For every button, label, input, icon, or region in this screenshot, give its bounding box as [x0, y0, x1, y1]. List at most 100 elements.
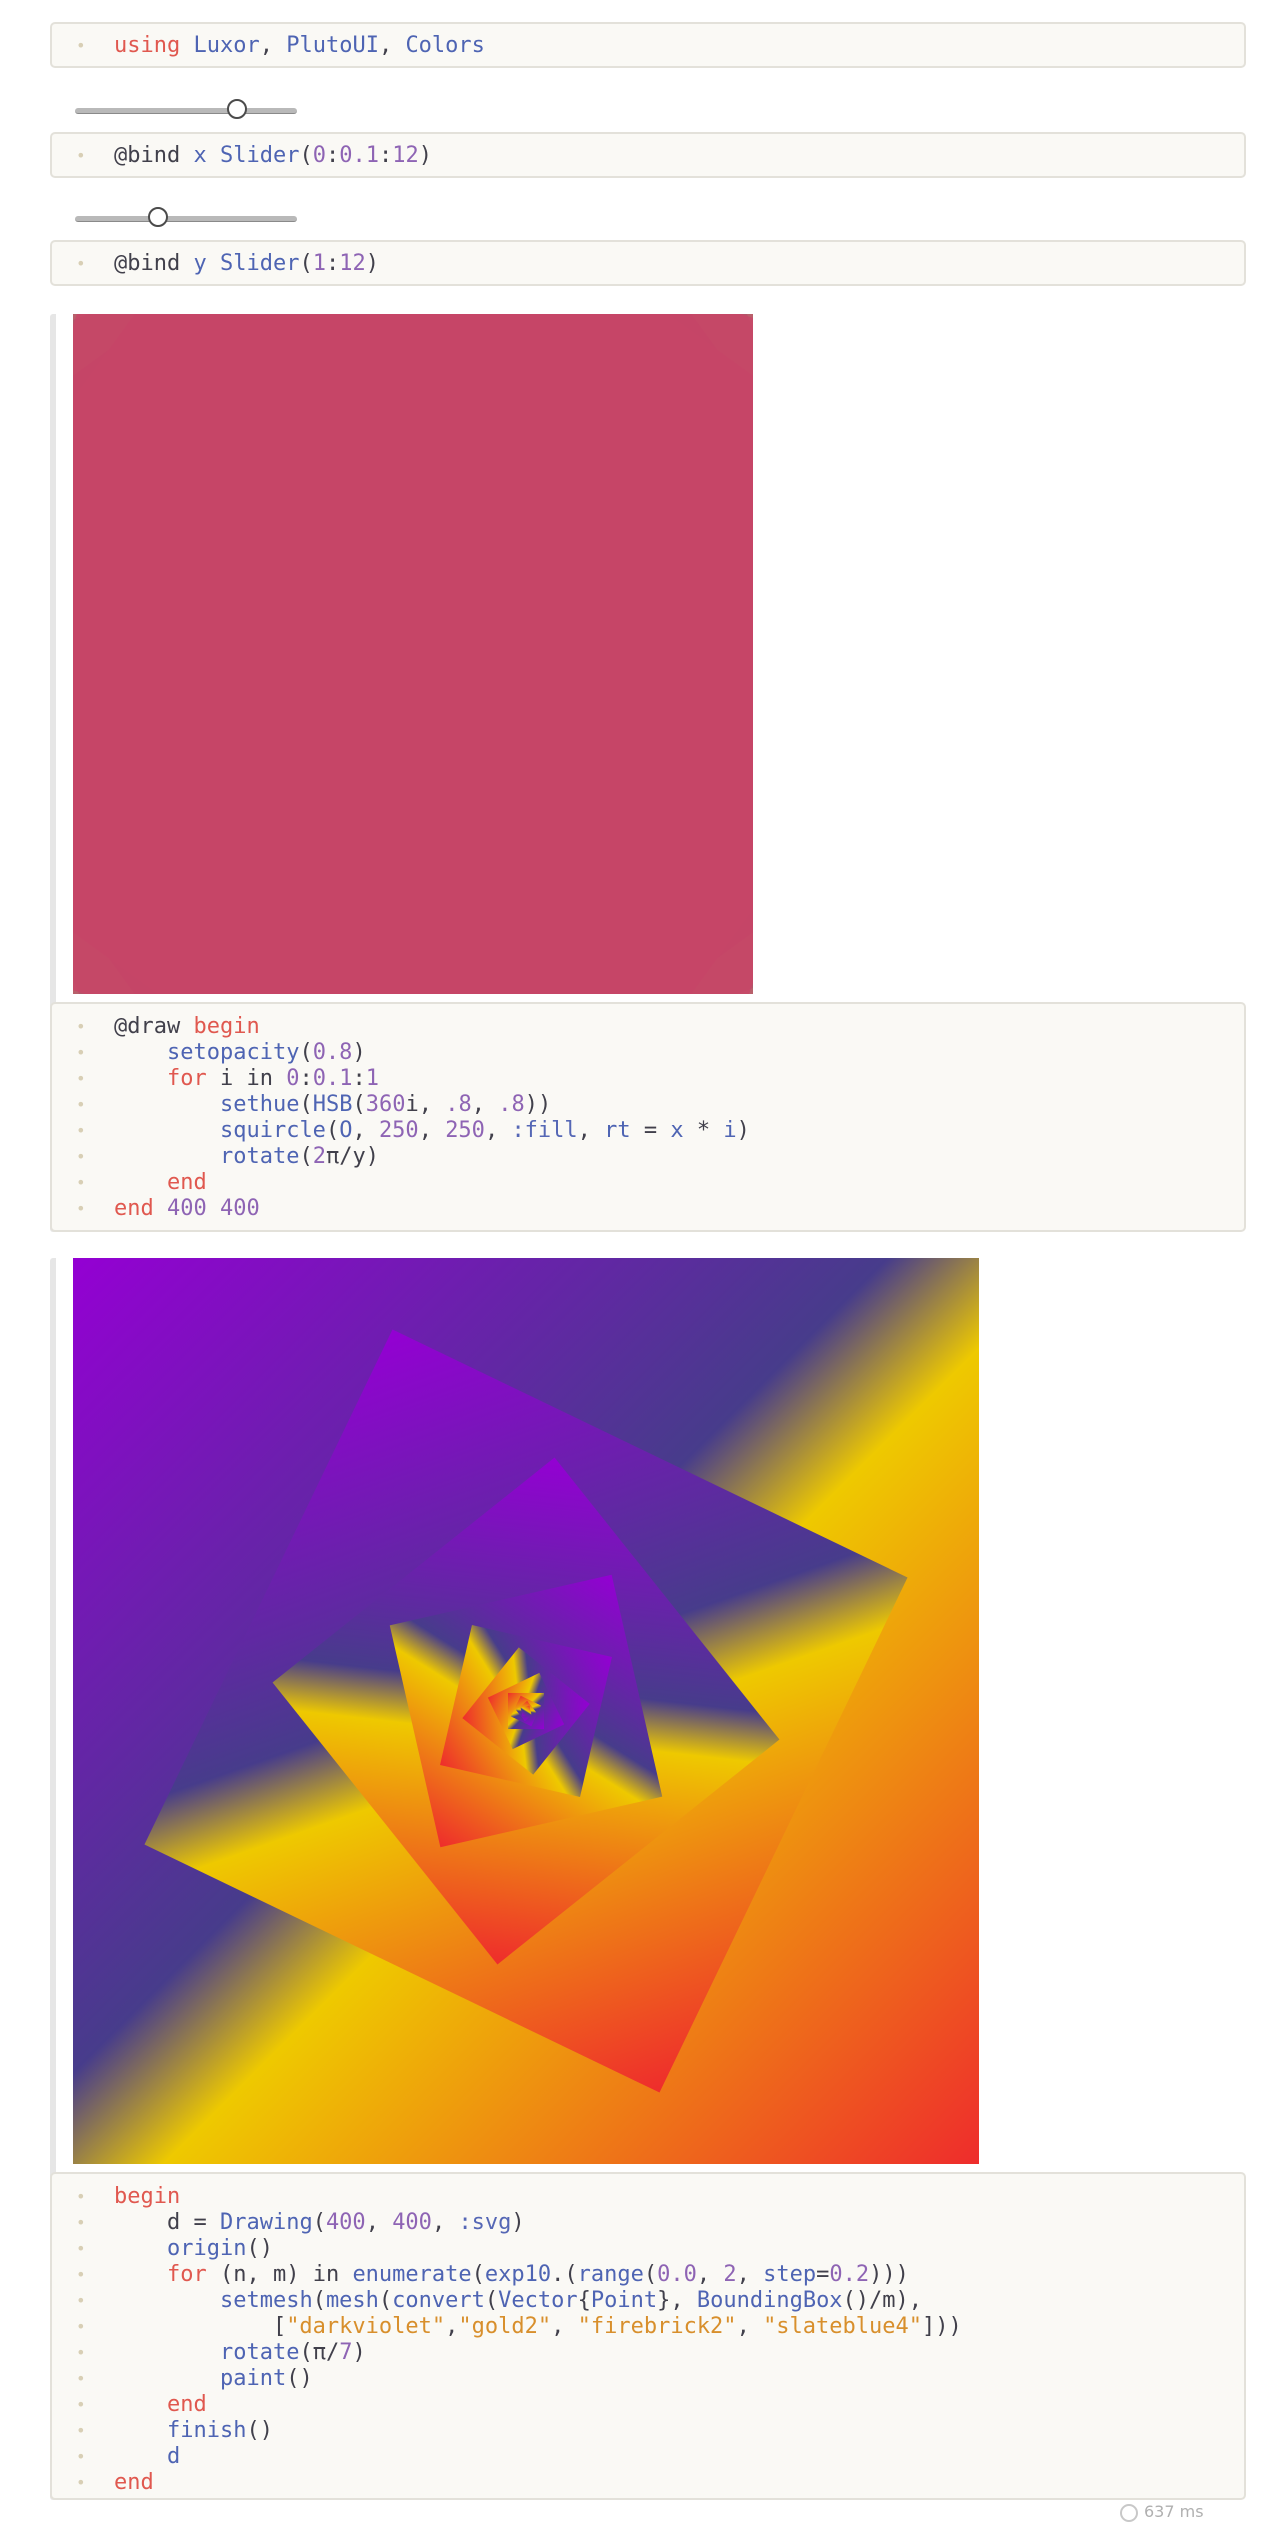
slider-x[interactable] — [75, 98, 297, 122]
code-token: "firebrick2" — [577, 2314, 737, 2339]
code-token: Vector — [498, 2288, 578, 2313]
code-line: squircle(O, 250, 250, :fill, rt = x * i) — [114, 1118, 750, 1144]
code-token: , — [696, 2262, 724, 2287]
code-token: Drawing — [219, 2210, 313, 2235]
code-token: ( — [299, 143, 313, 168]
code-token: , — [471, 1092, 499, 1117]
line-gutter: • — [76, 1121, 86, 1140]
code-token: y — [193, 251, 207, 276]
cell-star-drawing: • @draw begin • setopacity(0.8) • for i in … — [50, 314, 1246, 1232]
code-token: : — [352, 1066, 366, 1091]
code-editor[interactable]: • @bind x Slider(0:0.1:12) — [50, 132, 1246, 178]
code-token: paint — [219, 2366, 287, 2391]
line-gutter: • — [76, 1043, 86, 1062]
code-token: .8 — [445, 1092, 472, 1117]
code-token: .8 — [498, 1092, 525, 1117]
line-gutter: • — [76, 2317, 86, 2336]
line-gutter: • — [76, 2239, 86, 2258]
code-token: .( — [551, 2262, 578, 2287]
code-token: 0 — [312, 143, 326, 168]
code-token: mesh — [325, 2288, 379, 2313]
code-token: 360 — [365, 1092, 406, 1117]
slider-track — [75, 216, 297, 222]
slider-thumb[interactable] — [147, 207, 168, 227]
code-token: sethue — [219, 1092, 300, 1117]
code-token: 250 — [445, 1118, 485, 1143]
code-token: (π/ — [299, 2340, 340, 2365]
code-token: , — [418, 1118, 446, 1143]
code-token: ( — [325, 1118, 340, 1143]
code-token: () — [246, 2418, 273, 2443]
code-token: 0.2 — [829, 2262, 870, 2287]
code-line: d — [114, 2444, 180, 2470]
runtime-label: 637 ms — [1144, 2502, 1204, 2521]
cell-slider-y: • @bind y Slider(1:12) — [50, 204, 1246, 286]
code-token: finish — [166, 2418, 247, 2443]
star-drawing — [73, 314, 753, 994]
code-editor[interactable]: • @bind y Slider(1:12) — [50, 240, 1246, 286]
code-line: begin — [114, 2184, 180, 2210]
code-line: d = Drawing(400, 400, :svg) — [114, 2210, 525, 2236]
code-token: x — [670, 1118, 684, 1143]
code-token: 12 — [392, 143, 419, 168]
code-token: i in — [206, 1066, 287, 1091]
code-token: , — [431, 2210, 459, 2235]
code-token: }, — [657, 2288, 697, 2313]
code-token: [ — [114, 2314, 287, 2339]
code-token: for — [166, 2262, 207, 2287]
code-line: setmesh(mesh(convert(Vector{Point}, Boun… — [114, 2288, 922, 2314]
code-token: end — [114, 2470, 154, 2495]
code-token: 0.1 — [339, 143, 379, 168]
slider-y[interactable] — [75, 206, 297, 230]
code-token: 12 — [339, 251, 366, 276]
code-token: i — [723, 1118, 737, 1143]
code-token: origin — [166, 2236, 247, 2261]
code-token: ( — [299, 1144, 313, 1169]
code-editor[interactable]: • begin • d = Drawing(400, 400, :svg) • ori… — [50, 2172, 1246, 2500]
code-line: origin() — [114, 2236, 273, 2262]
line-gutter: • — [76, 1199, 86, 1218]
code-token: , — [484, 1118, 512, 1143]
code-token: () — [246, 2236, 273, 2261]
code-token: convert — [392, 2288, 485, 2313]
code-token: ( — [299, 1040, 313, 1065]
code-token: ) — [352, 2340, 366, 2365]
code-token: , — [551, 2314, 578, 2339]
code-token: 0 — [286, 1066, 300, 1091]
line-gutter: • — [76, 36, 86, 55]
code-token: ( — [484, 2288, 499, 2313]
code-editor[interactable]: • using Luxor, PlutoUI, Colors — [50, 22, 1246, 68]
code-token: 1 — [365, 1066, 379, 1091]
code-editor[interactable]: • @draw begin • setopacity(0.8) • for i in … — [50, 1002, 1246, 1232]
code-token: step — [763, 2262, 817, 2287]
code-token: ( — [299, 1092, 313, 1117]
line-gutter: • — [76, 2395, 86, 2414]
code-token: x — [193, 143, 207, 168]
code-token: , — [445, 2314, 459, 2339]
code-token: rt — [604, 1118, 631, 1143]
code-token: : — [325, 251, 340, 276]
slider-thumb[interactable] — [226, 99, 247, 119]
clock-icon — [1120, 2503, 1138, 2522]
code-token: { — [577, 2288, 591, 2313]
code-token: (n, m) in — [206, 2262, 353, 2287]
line-gutter: • — [76, 2473, 86, 2492]
line-gutter: • — [76, 2447, 86, 2466]
squircle — [73, 314, 753, 994]
line-gutter: • — [76, 1095, 86, 1114]
code-token: , — [378, 33, 406, 58]
code-token: ) — [352, 1040, 366, 1065]
squircle-stack — [73, 314, 753, 994]
code-line: using Luxor, PlutoUI, Colors — [114, 33, 485, 59]
code-token: 250 — [378, 1118, 419, 1143]
